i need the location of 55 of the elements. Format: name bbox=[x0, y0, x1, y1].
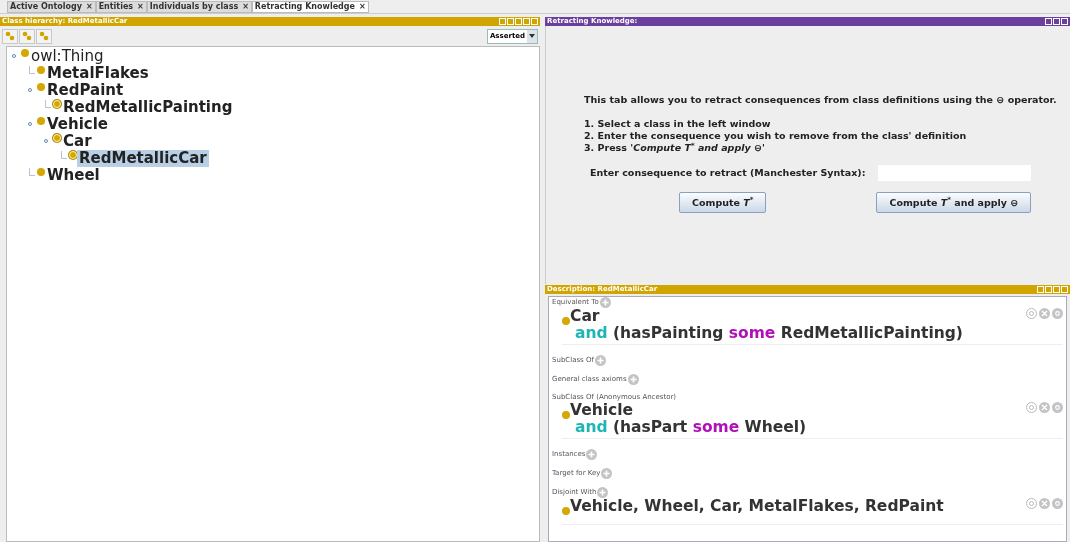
delete-icon[interactable] bbox=[1039, 402, 1050, 413]
keyword-text: and bbox=[575, 324, 608, 342]
add-subclass-icon[interactable] bbox=[2, 28, 18, 44]
expression-text: Wheel) bbox=[743, 418, 807, 436]
tree-item[interactable]: RedMetallicPainting bbox=[61, 99, 235, 116]
expression-text: RedMetallicPainting) bbox=[779, 324, 963, 342]
keyword-text: some bbox=[692, 418, 740, 436]
tree-item[interactable]: RedMetallicCar bbox=[77, 150, 209, 167]
annotate-icon[interactable] bbox=[1026, 498, 1037, 509]
keyword-text: some bbox=[728, 324, 776, 342]
intro-text: This tab allows you to retract consequences from class definitions using the ⊖ operator. bbox=[584, 93, 1058, 107]
annotate-icon[interactable] bbox=[1026, 402, 1037, 413]
tab[interactable]: Active Ontology × bbox=[7, 1, 96, 13]
add-icon[interactable] bbox=[627, 374, 639, 385]
keyword-text: and bbox=[575, 418, 608, 436]
tab[interactable]: Retracting Knowledge × bbox=[251, 1, 369, 13]
tree-item[interactable]: Vehicle bbox=[45, 116, 110, 133]
class-icon bbox=[562, 507, 570, 515]
add-icon[interactable] bbox=[601, 468, 613, 479]
delete-icon[interactable] bbox=[1039, 308, 1050, 319]
tree-item[interactable]: owl:Thing bbox=[29, 48, 106, 65]
step-text: 2. Enter the consequence you wish to remove from the class' definition bbox=[584, 130, 968, 143]
tree-item[interactable]: MetalFlakes bbox=[45, 65, 151, 82]
add-icon[interactable] bbox=[594, 355, 606, 366]
tab[interactable]: Individuals by class × bbox=[146, 1, 252, 13]
expression-text: Vehicle bbox=[570, 401, 634, 419]
edit-icon[interactable] bbox=[1052, 308, 1063, 319]
expression-text: Car bbox=[570, 307, 600, 325]
compute-button[interactable]: Compute T$^{*}$ bbox=[679, 192, 767, 214]
class-icon bbox=[562, 317, 570, 325]
class-icon bbox=[562, 411, 570, 419]
annotate-icon[interactable] bbox=[1026, 308, 1037, 319]
close-icon[interactable]: × bbox=[358, 1, 366, 13]
panel-window-buttons[interactable] bbox=[1045, 18, 1068, 25]
field-label: Enter consequence to retract (Manchester Syntax): bbox=[590, 166, 867, 181]
add-icon[interactable] bbox=[599, 297, 611, 308]
expression-text: (hasPainting bbox=[612, 324, 725, 342]
expression-text: (hasPart bbox=[612, 418, 689, 436]
add-icon[interactable] bbox=[586, 449, 598, 460]
edit-icon[interactable] bbox=[1052, 402, 1063, 413]
delete-icon[interactable] bbox=[1039, 498, 1050, 509]
edit-icon[interactable] bbox=[1052, 498, 1063, 509]
step-text: 3. Press 'Compute T$^{*}$ and apply ⊖' bbox=[584, 142, 766, 155]
close-icon[interactable]: × bbox=[242, 1, 249, 13]
caret-icon bbox=[529, 34, 535, 38]
tree-item[interactable]: RedPaint bbox=[45, 82, 126, 99]
add-icon[interactable] bbox=[597, 487, 609, 498]
close-icon[interactable]: × bbox=[85, 1, 93, 13]
compute-button[interactable]: Compute T$^{*}$ and apply ⊖ bbox=[876, 192, 1032, 214]
expression-text: Vehicle, Wheel, Car, MetalFlakes, RedPaint bbox=[570, 497, 944, 515]
tab[interactable]: Entities × bbox=[95, 1, 147, 13]
step-text: 1. Select a class in the left window bbox=[584, 118, 772, 131]
close-icon[interactable]: × bbox=[137, 1, 144, 13]
tree-item[interactable]: Wheel bbox=[45, 167, 102, 184]
tree-item[interactable]: Car bbox=[61, 133, 94, 150]
